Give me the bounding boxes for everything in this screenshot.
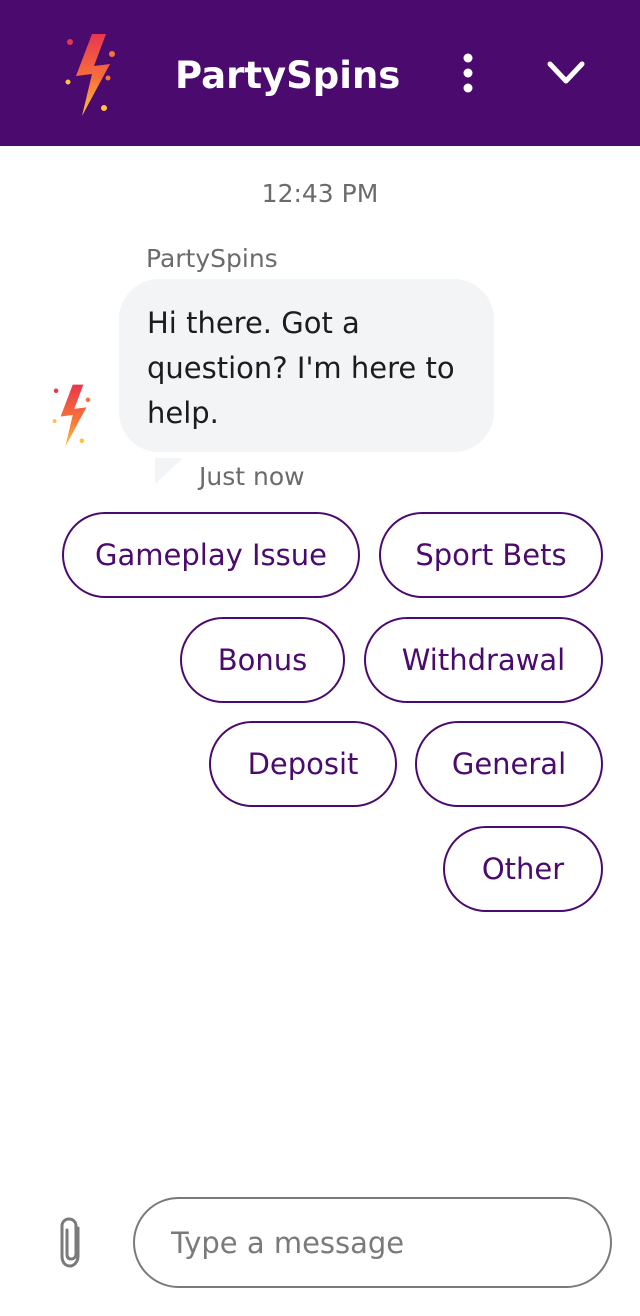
more-options-button[interactable] (448, 48, 488, 98)
paperclip-icon[interactable] (56, 1216, 88, 1270)
bot-avatar-icon (52, 384, 91, 447)
message-input[interactable] (133, 1197, 612, 1288)
quick-reply-deposit[interactable]: Deposit (209, 721, 397, 807)
message-time: Just now (199, 462, 305, 491)
quick-reply-sport-bets[interactable]: Sport Bets (379, 512, 603, 598)
bubble-tail (155, 458, 183, 484)
header-title: PartySpins (175, 54, 401, 97)
quick-reply-bonus[interactable]: Bonus (180, 617, 345, 703)
chevron-down-icon[interactable] (540, 50, 592, 96)
quick-reply-withdrawal[interactable]: Withdrawal (364, 617, 603, 703)
quick-reply-gameplay-issue[interactable]: Gameplay Issue (62, 512, 360, 598)
lightning-bolt-logo-icon (65, 34, 115, 116)
message-text: Hi there. Got a question? I'm here to he… (147, 306, 455, 430)
message-sender: PartySpins (146, 244, 278, 273)
quick-reply-general[interactable]: General (415, 721, 603, 807)
conversation-timestamp: 12:43 PM (261, 179, 379, 208)
bot-message-bubble: Hi there. Got a question? I'm here to he… (119, 279, 494, 452)
quick-reply-other[interactable]: Other (443, 826, 603, 912)
chat-header: PartySpins (0, 0, 640, 146)
